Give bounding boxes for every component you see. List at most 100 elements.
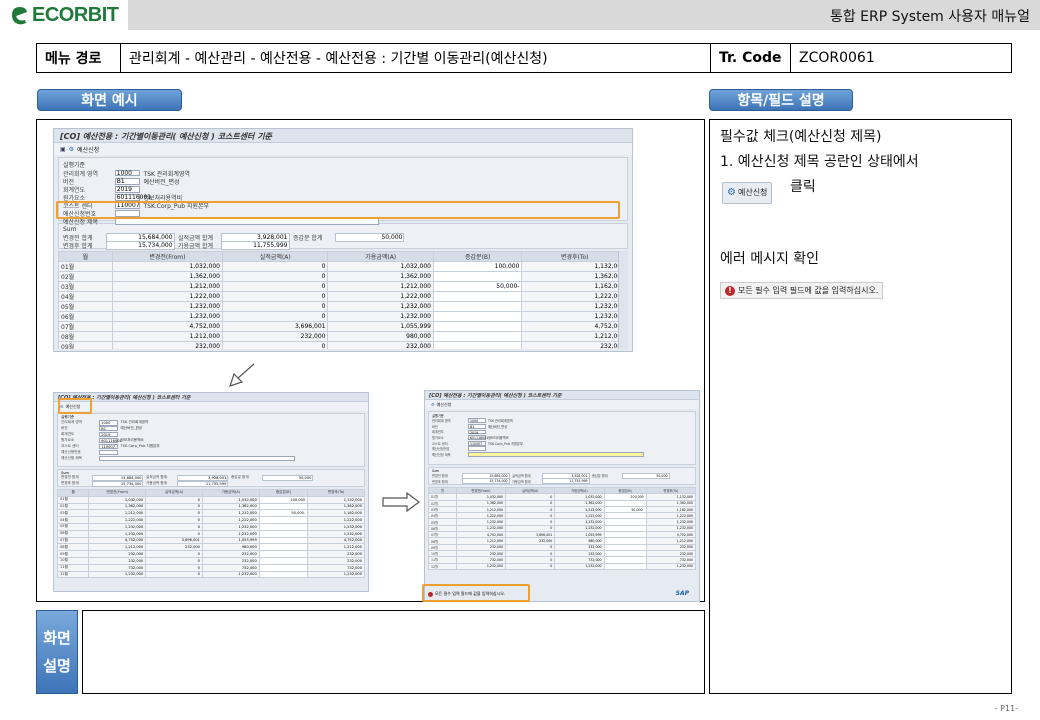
table-cell[interactable] bbox=[432, 301, 523, 312]
table-cell: 0 bbox=[221, 281, 329, 292]
criteria-input[interactable]: 2019 bbox=[114, 185, 141, 193]
monthly-budget-table: 월 변경전(From) 실적금액(A) 가용금액(A) 증감분(B) 변경후(To) 01월… bbox=[428, 487, 696, 570]
table-cell: 4,752,000 bbox=[111, 321, 224, 332]
table-cell: 0 bbox=[145, 495, 203, 504]
criteria-label: 회계연도 bbox=[432, 430, 444, 435]
table-cell[interactable] bbox=[432, 341, 523, 349]
table-cell[interactable] bbox=[258, 502, 309, 511]
table-header[interactable]: 증감분(B) bbox=[258, 489, 309, 497]
table-cell: 980,000 bbox=[327, 331, 434, 342]
table-cell: 732,000 bbox=[88, 563, 147, 572]
table-cell[interactable] bbox=[258, 543, 309, 552]
criteria-desc: 예산버전_편성 bbox=[143, 178, 180, 186]
table-cell: 1,212,000 bbox=[88, 509, 147, 518]
table-cell[interactable]: 50,000- bbox=[258, 509, 309, 518]
criteria-input[interactable]: 601116001 bbox=[467, 435, 488, 440]
sum-label: 가용금액 합계 bbox=[145, 481, 167, 486]
table-cell: 0 bbox=[221, 301, 329, 312]
table-cell: 03월 bbox=[57, 509, 90, 518]
table-cell[interactable] bbox=[258, 516, 309, 524]
criteria-input[interactable]: B1 bbox=[114, 177, 141, 185]
table-cell[interactable]: 100,000 bbox=[258, 495, 309, 504]
table-cell[interactable] bbox=[432, 311, 523, 322]
table-row: 01월 1,032,000 0 1,032,000 100,000 1,132,000 bbox=[58, 261, 628, 272]
table-cell[interactable] bbox=[258, 522, 309, 531]
menu-path-value: 관리회계 - 예산관리 - 예산전용 - 예산전용 : 기간별 이동관리(예산신… bbox=[121, 44, 711, 72]
criteria-desc: 정보처리용역비 bbox=[120, 438, 144, 443]
table-cell: 0 bbox=[221, 341, 329, 349]
vertical-scrollbar[interactable] bbox=[618, 251, 628, 349]
table-cell: 08월 bbox=[58, 331, 113, 342]
table-header[interactable]: 월 bbox=[58, 251, 113, 262]
table-cell: 0 bbox=[221, 271, 329, 282]
table-cell[interactable] bbox=[432, 291, 523, 302]
sap-screen-before: [CO] 예산전용 : 기간별이동관리( 예산신청 ) 코스트센터 기준 ⚙ 예… bbox=[53, 392, 369, 592]
sap-title-small: [CO] 예산전용 : 기간별이동관리( 예산신청 ) 코스트센터 기준 bbox=[54, 393, 368, 402]
step-1-text: 1. 예산신청 제목 공란인 상태에서 bbox=[720, 154, 919, 170]
table-cell: 232,000 bbox=[521, 341, 628, 349]
table-header[interactable]: 가용금액(A) bbox=[327, 251, 434, 262]
table-header[interactable]: 실적금액(A) bbox=[145, 489, 203, 497]
table-cell: 232,000 bbox=[307, 550, 365, 558]
table-cell: 0 bbox=[145, 509, 203, 518]
display-icon[interactable]: ▣ bbox=[60, 146, 66, 153]
table-header[interactable]: 증감분(B) bbox=[432, 251, 523, 262]
table-cell[interactable] bbox=[432, 331, 523, 342]
table-cell[interactable] bbox=[258, 556, 309, 565]
table-header[interactable]: 실적금액(A) bbox=[221, 251, 329, 262]
criteria-input[interactable]: B1 bbox=[467, 423, 486, 429]
table-cell: 1,212,000 bbox=[111, 331, 224, 342]
table-header[interactable]: 변경전(From) bbox=[111, 251, 224, 262]
criteria-input[interactable]: 110007 bbox=[99, 444, 118, 450]
apply-budget-sample-label: 예산신청 bbox=[737, 188, 768, 197]
table-header[interactable]: 월 bbox=[57, 489, 90, 497]
table-cell: 0 bbox=[221, 291, 329, 302]
menu-path-label: 메뉴 경로 bbox=[37, 44, 121, 72]
table-cell[interactable] bbox=[603, 562, 647, 570]
criteria-input[interactable]: 2019 bbox=[99, 432, 118, 438]
criteria-input[interactable]: 2019 bbox=[467, 429, 486, 435]
table-header[interactable]: 변경후(To) bbox=[307, 489, 365, 497]
table-cell[interactable] bbox=[258, 570, 309, 579]
criteria-input[interactable]: 601116001 bbox=[114, 193, 151, 201]
apply-budget-button[interactable]: 예산신청 bbox=[77, 145, 99, 154]
apply-budget-button[interactable]: 예산신청 bbox=[437, 402, 452, 408]
table-cell: 01월 bbox=[58, 261, 113, 272]
table-cell: 4,752,000 bbox=[307, 536, 365, 545]
table-cell[interactable]: 50,000- bbox=[432, 281, 523, 292]
table-cell[interactable]: 100,000 bbox=[432, 261, 523, 272]
table-cell[interactable] bbox=[258, 563, 309, 572]
criteria-input[interactable]: B1 bbox=[99, 426, 118, 432]
table-cell[interactable] bbox=[258, 529, 309, 538]
criteria-input[interactable] bbox=[467, 451, 644, 457]
table-cell[interactable] bbox=[432, 271, 523, 282]
table-header[interactable]: 변경전(From) bbox=[88, 489, 147, 497]
table-cell[interactable] bbox=[258, 550, 309, 558]
table-cell[interactable] bbox=[432, 321, 523, 332]
table-cell: 1,232,000 bbox=[327, 301, 434, 312]
apply-budget-icon[interactable]: ⚙ bbox=[431, 402, 435, 407]
sum-row: 변경후 합계 15,734,000 가용금액 합계 11,755,999 bbox=[61, 480, 361, 487]
criteria-label: 예산신청 제목 bbox=[61, 456, 82, 461]
criteria-label: 버전 bbox=[432, 424, 438, 429]
criteria-input[interactable] bbox=[467, 446, 486, 452]
table-cell[interactable] bbox=[258, 536, 309, 545]
criteria-input[interactable] bbox=[99, 450, 118, 456]
table-row: 10월 232,000 0 232,000 232,000 bbox=[57, 556, 365, 565]
error-check-title: 에러 메시지 확인 bbox=[720, 251, 820, 267]
apply-budget-icon[interactable]: ⚙ bbox=[69, 146, 74, 153]
criteria-input[interactable] bbox=[99, 456, 295, 462]
table-cell: 03월 bbox=[58, 281, 113, 292]
criteria-input[interactable]: 1000 bbox=[99, 420, 118, 426]
table-header[interactable]: 변경후(To) bbox=[521, 251, 628, 262]
criteria-input[interactable]: 601116001 bbox=[99, 438, 122, 444]
field-desc-heading: 항목/필드 설명 bbox=[709, 89, 853, 111]
sum-value: 11,755,999 bbox=[541, 478, 590, 485]
table-cell: 1,132,000 bbox=[307, 495, 365, 504]
table-row: 11월 732,000 0 732,000 732,000 bbox=[57, 563, 365, 572]
criteria-input[interactable]: 1000 bbox=[467, 418, 486, 423]
apply-budget-button-sample[interactable]: ⚙ 예산신청 bbox=[722, 180, 773, 204]
table-header[interactable]: 가용금액(A) bbox=[201, 489, 260, 497]
criteria-input[interactable]: 1000 bbox=[114, 169, 141, 176]
criteria-input[interactable]: 110007 bbox=[467, 440, 486, 446]
